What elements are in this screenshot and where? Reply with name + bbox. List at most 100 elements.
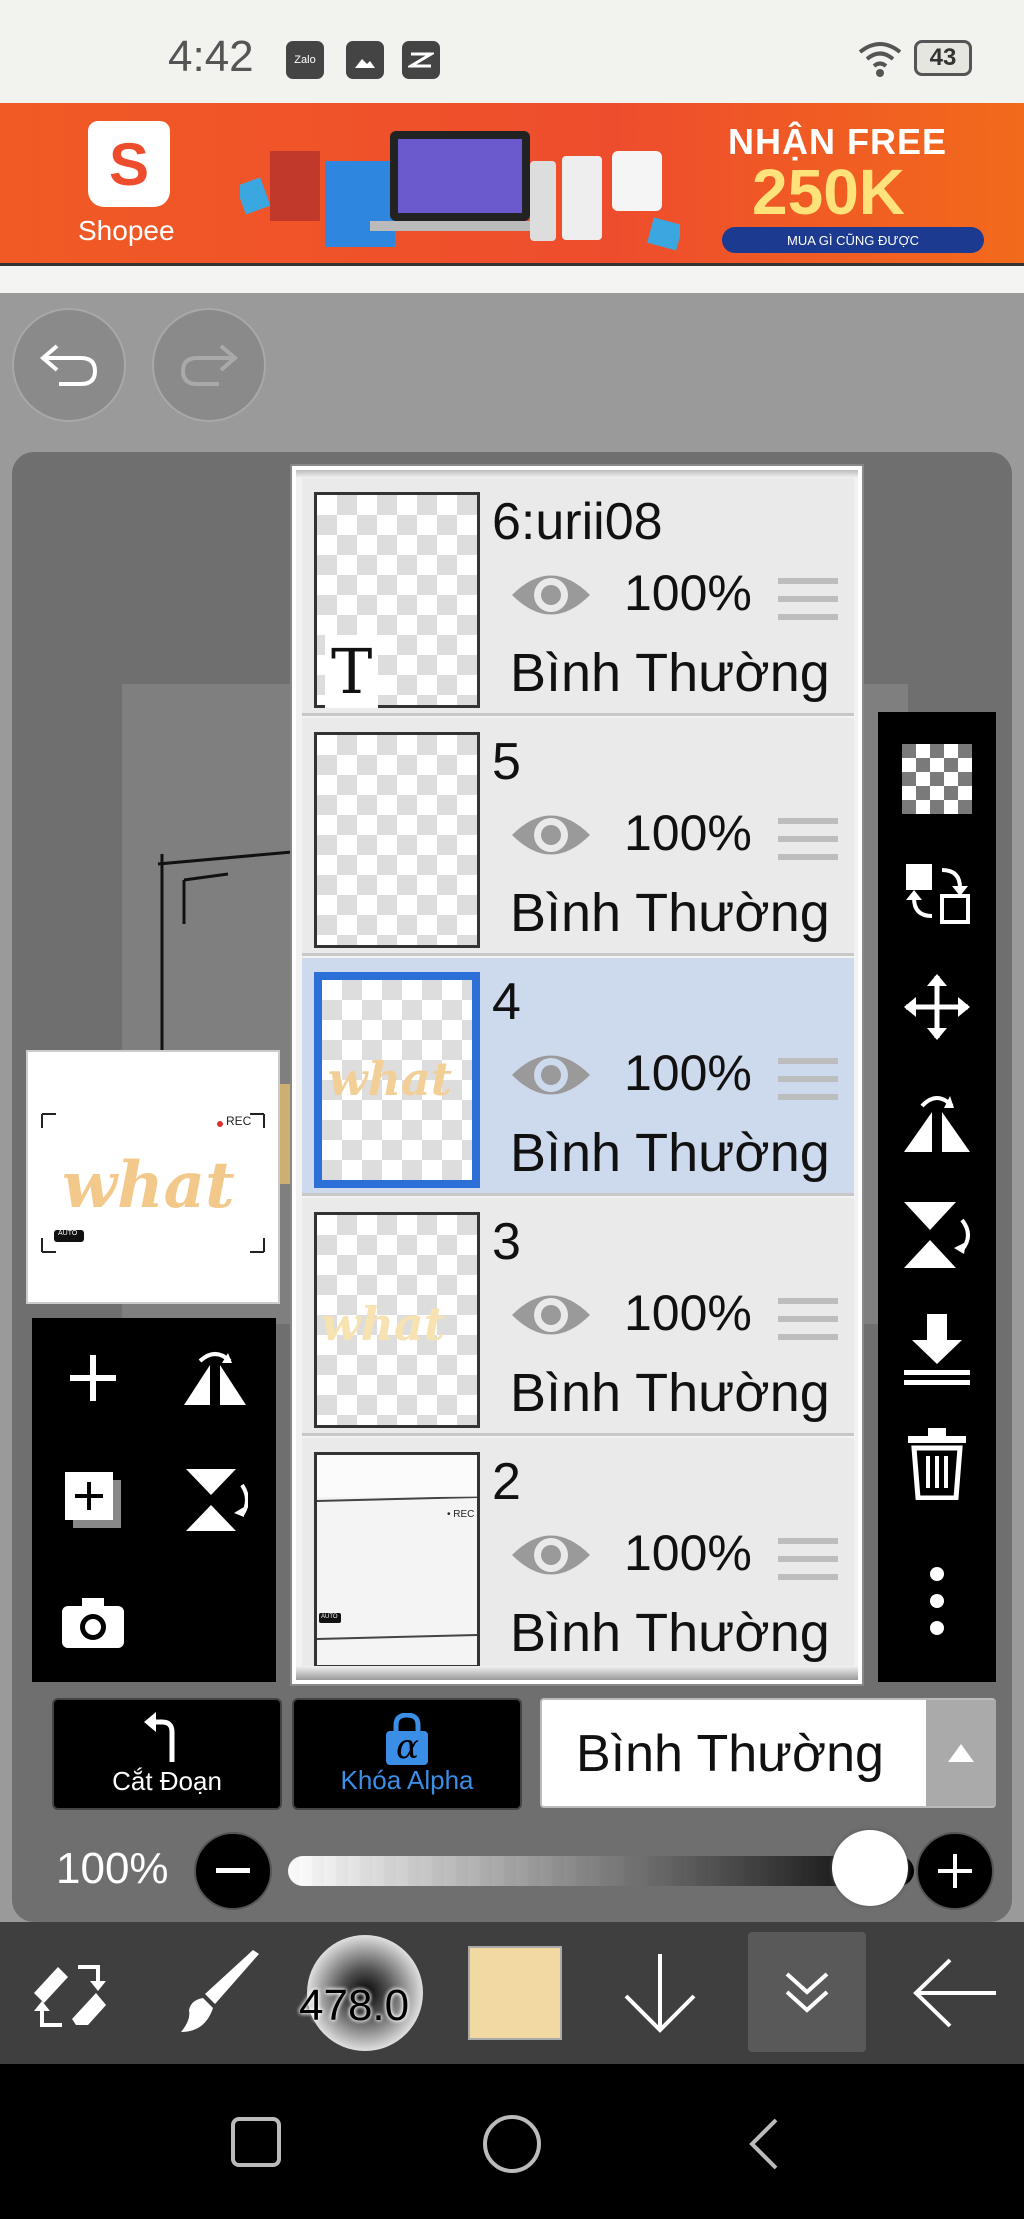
layer-row[interactable]: T 6:urii08 100% Bình Thường [302,478,854,716]
color-swatch-button[interactable] [460,1922,570,2064]
layer-row[interactable]: what 3 100% Bình Thường [302,1198,854,1436]
layer-opacity: 100% [624,805,752,861]
layer-thumbnail [314,732,480,948]
redo-button[interactable] [152,308,266,422]
opacity-slider-handle[interactable] [832,1830,908,1906]
eye-icon[interactable] [510,806,592,864]
layer-name: 2 [492,1453,521,1511]
drag-handle-icon[interactable] [778,1536,838,1582]
shopee-logo: S [88,121,170,207]
add-layer-button[interactable] [32,1318,154,1438]
square-icon [231,2117,281,2167]
more-icon [930,1567,944,1635]
tool-switch-button[interactable] [0,1922,140,2064]
drag-handle-icon[interactable] [778,576,838,622]
more-options-button[interactable] [878,1546,996,1656]
transparency-button[interactable] [878,724,996,834]
layer-opacity: 100% [624,1285,752,1341]
layer-opacity: 100% [624,1525,752,1581]
eye-icon[interactable] [510,566,592,624]
redo-icon [180,344,239,386]
layer-opacity: 100% [624,1045,752,1101]
battery-level: 43 [929,44,957,71]
layers-toggle-button[interactable] [748,1932,866,2052]
layer-thumbnail: what [314,972,480,1188]
swap-layer-button[interactable] [878,838,996,948]
move-layer-button[interactable] [878,952,996,1062]
opacity-decrease-button[interactable] [194,1832,272,1910]
layer-row[interactable]: 5 100% Bình Thường [302,718,854,956]
alpha-lock-button[interactable]: α Khóa Alpha [292,1698,522,1810]
recent-apps-button[interactable] [230,2116,282,2168]
camera-icon [62,1598,124,1648]
trash-icon [908,1428,966,1500]
bottom-toolbar: 478.0 [0,1922,1024,2064]
layer-name: 4 [492,973,521,1031]
blend-mode-select[interactable]: Bình Thường [540,1698,996,1808]
thumbnail-lettering: what [328,1052,453,1106]
layer-down-button[interactable] [600,1922,720,2064]
undo-button[interactable] [12,308,126,422]
thumbnail-auto: AUTO [321,1614,338,1620]
ad-banner[interactable]: S Shopee NHẬN FREE 250K MUA GÌ CŨNG ĐƯỢC [0,103,1024,263]
system-back-button[interactable] [744,2116,784,2172]
layer-blend-mode: Bình Thường [510,883,830,943]
brush-icon [181,1950,259,2032]
layers-panel: T 6:urii08 100% Bình Thường 5 100% Bình … [292,466,862,1684]
add-layer-icon [70,1355,116,1401]
chevron-left-icon [749,2118,778,2170]
camera-button[interactable] [32,1562,154,1682]
minus-icon [216,1868,250,1873]
brush-preview: 478.0 [299,1935,423,2051]
flip-horizontal-button[interactable] [878,1066,996,1176]
layer-name: 6:urii08 [492,493,663,551]
brush-tool-button[interactable] [150,1922,290,2064]
blend-mode-value: Bình Thường [576,1725,884,1783]
layer-row-selected[interactable]: what 4 100% Bình Thường [302,958,854,1196]
opacity-increase-button[interactable] [916,1832,994,1910]
layer-row[interactable]: • REC AUTO 2 100% Bình Thường [302,1438,854,1676]
thumbnail-frame [317,1455,477,1640]
delete-layer-button[interactable] [878,1408,996,1518]
app-root: 4:42 Zalo 43 S Shopee NHẬN FREE 250K MUA… [0,0,1024,2219]
layer-blend-mode: Bình Thường [510,643,830,703]
drag-handle-icon[interactable] [778,1056,838,1102]
duplicate-layer-button[interactable] [32,1440,154,1560]
flip-layer-vertical-button[interactable] [154,1440,276,1560]
undo-icon [39,344,98,386]
flip-vertical-icon [186,1469,248,1531]
arrow-left-icon [913,1958,996,2028]
swap-layer-icon [906,864,970,924]
drag-handle-icon[interactable] [778,1296,838,1342]
thumbnail-auto: AUTO [58,1230,78,1237]
canvas-thumbnail[interactable]: REC AUTO what [26,1050,280,1304]
flip-horizontal-icon [184,1352,246,1405]
drag-handle-icon[interactable] [778,816,838,862]
blend-mode-dropdown[interactable] [926,1700,996,1806]
thumbnail-lettering: what [321,1297,446,1351]
layer-thumbnail: • REC AUTO [314,1452,480,1668]
layer-blend-mode: Bình Thường [510,1603,830,1663]
back-button[interactable] [890,1922,1020,2064]
opacity-slider[interactable] [288,1856,914,1886]
home-button[interactable] [482,2114,542,2174]
rotate-flip-horizontal-icon [904,1096,970,1152]
wifi-icon [858,42,902,77]
left-layer-tools [32,1318,276,1682]
battery-indicator: 43 [914,40,972,76]
merge-down-button[interactable] [878,1294,996,1404]
double-chevron-down-icon [785,1972,829,2013]
brush-eraser-switch-icon [34,1965,106,2027]
eye-icon[interactable] [510,1286,592,1344]
zalo-icon: Zalo [286,41,324,79]
eye-icon[interactable] [510,1526,592,1584]
clipping-button[interactable]: Cắt Đoạn [52,1698,282,1810]
ad-brand: Shopee [78,215,175,246]
layer-name: 3 [492,1213,521,1271]
thumbnail-text: what [62,1148,235,1223]
flip-vertical-button[interactable] [878,1180,996,1290]
flip-layer-horizontal-button[interactable] [154,1318,276,1438]
add-copy-icon [65,1472,121,1528]
brush-size-button[interactable]: 478.0 [299,1922,430,2064]
eye-icon[interactable] [510,1046,592,1104]
